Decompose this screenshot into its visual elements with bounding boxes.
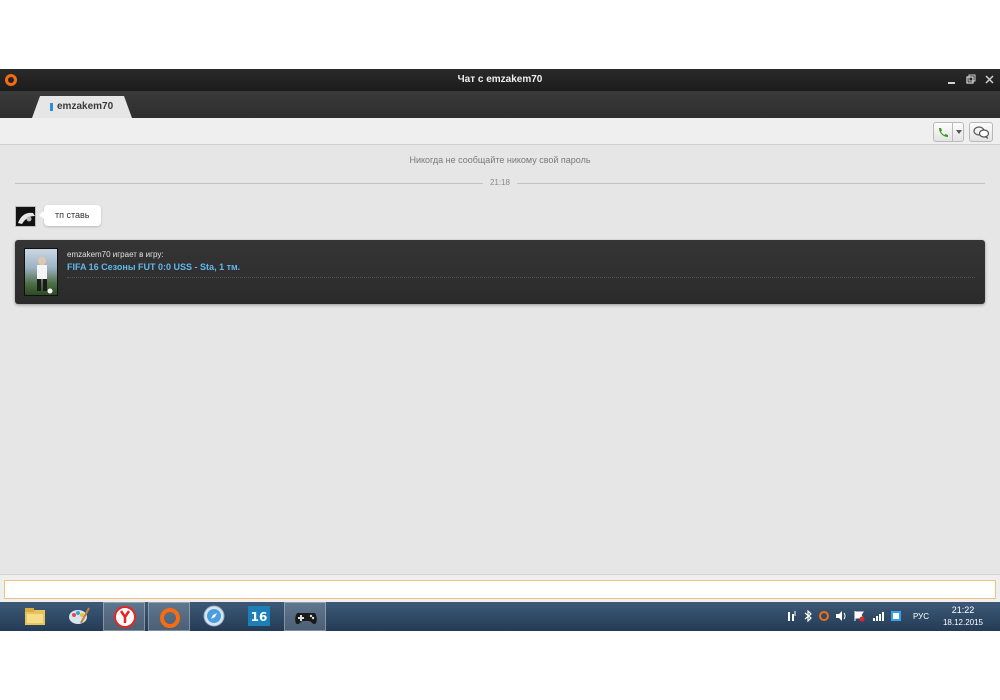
voice-call-button[interactable] [933, 122, 953, 142]
svg-text:16: 16 [251, 610, 268, 624]
paint-icon [69, 607, 90, 624]
time-divider: 21:18 [15, 177, 985, 189]
chevron-down-icon [956, 130, 962, 134]
origin-icon [160, 607, 180, 628]
file-explorer-icon [25, 608, 45, 625]
chat-toolbar [0, 118, 1000, 145]
action-center-flag-icon[interactable] [853, 610, 865, 622]
message-input[interactable] [4, 580, 996, 599]
taskbar-fifa16[interactable]: 16 [238, 602, 280, 631]
avatar[interactable] [15, 206, 36, 227]
game-title-link[interactable]: FIFA 16 Сезоны FUT 0:0 USS - Sta, 1 тм. [67, 262, 240, 272]
title-bar[interactable]: Чат с emzakem70 [0, 69, 1000, 91]
app-tray-icon[interactable] [890, 610, 902, 622]
divider-time: 21:18 [489, 178, 511, 187]
volume-icon[interactable] [835, 610, 847, 622]
network-adapter-icon[interactable] [786, 610, 798, 622]
game-activity-card: emzakem70 играет в игру: FIFA 16 Сезоны … [15, 240, 985, 304]
taskbar-origin[interactable] [148, 602, 190, 631]
taskbar: 16 РУС 21:22 18.12.2015 [0, 602, 1000, 631]
message-composer [0, 574, 1000, 602]
screen: Чат с emzakem70 emzakem70 Никогда не соо… [0, 0, 1000, 700]
origin-tray-icon[interactable] [818, 610, 830, 622]
clock-date[interactable]: 18.12.2015 [938, 618, 988, 627]
tab-label: emzakem70 [57, 101, 114, 112]
restore-icon[interactable] [962, 71, 980, 89]
tab-bar: emzakem70 [0, 91, 1000, 118]
system-tray: РУС 21:22 18.12.2015 [780, 602, 1000, 631]
gamepad-icon [295, 613, 317, 625]
phone-icon [939, 128, 948, 137]
message-text: тп ставь [55, 210, 90, 220]
close-icon[interactable] [981, 71, 999, 89]
fifa16-icon: 16 [248, 606, 270, 626]
message-bubble: тп ставь [39, 205, 101, 226]
clock-time[interactable]: 21:22 [940, 605, 986, 615]
tab-emzakem70[interactable]: emzakem70 [32, 96, 132, 118]
call-options-button[interactable] [952, 122, 964, 142]
bluetooth-icon[interactable] [802, 610, 814, 622]
security-warning: Никогда не сообщайте никому свой пароль [409, 155, 591, 165]
signal-strength-icon[interactable] [872, 610, 884, 622]
card-divider [67, 277, 975, 278]
minimize-icon[interactable] [943, 71, 961, 89]
game-cover-image [24, 248, 58, 296]
language-indicator[interactable]: РУС [913, 612, 929, 621]
group-chat-button[interactable] [969, 122, 993, 142]
yandex-browser-icon [114, 606, 136, 628]
playing-label: emzakem70 играет в игру: [67, 250, 164, 259]
taskbar-paint[interactable] [58, 602, 100, 631]
online-status-icon [50, 103, 53, 111]
safari-icon [203, 605, 225, 627]
taskbar-gamepad[interactable] [284, 602, 326, 631]
taskbar-yandex-browser[interactable] [103, 602, 145, 631]
chat-bubbles-icon [973, 126, 990, 139]
chat-window: Чат с emzakem70 emzakem70 Никогда не соо… [0, 69, 1000, 602]
taskbar-file-explorer[interactable] [14, 602, 56, 631]
chat-history[interactable]: Никогда не сообщайте никому свой пароль … [0, 146, 1000, 574]
taskbar-safari[interactable] [193, 602, 235, 631]
window-title: Чат с emzakem70 [457, 74, 543, 85]
